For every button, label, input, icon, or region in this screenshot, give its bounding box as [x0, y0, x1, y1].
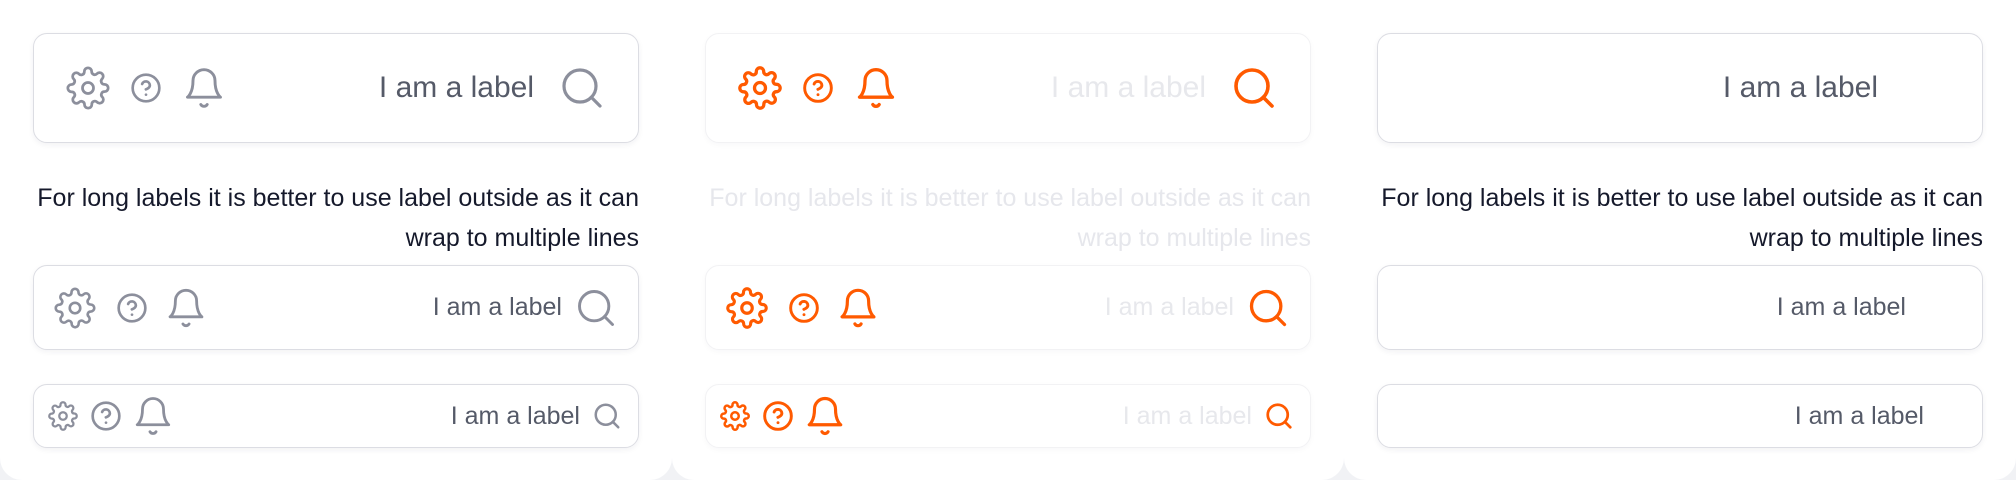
search-icon[interactable] [1246, 266, 1290, 349]
search-icon[interactable] [1264, 385, 1294, 447]
leading-icons [720, 385, 846, 447]
leading-icons [66, 34, 226, 142]
leading-icons [726, 266, 880, 349]
leading-icons [48, 385, 174, 447]
help-circle-icon[interactable] [762, 400, 794, 432]
outside-long-label: For long labels it is better to use labe… [37, 184, 639, 252]
field-label: I am a label [1104, 293, 1234, 321]
search-icon[interactable] [1230, 34, 1278, 142]
input-field-medium-disabled[interactable]: I am a label [705, 265, 1311, 350]
field-label: I am a label [450, 401, 580, 430]
gear-icon[interactable] [48, 401, 78, 431]
leading-icons [54, 266, 208, 349]
leading-icons [738, 34, 898, 142]
field-label: I am a label [432, 293, 562, 321]
help-circle-icon[interactable] [130, 72, 162, 104]
input-field-medium-plain[interactable]: I am a label [1377, 265, 1983, 350]
input-field-large[interactable]: I am a label [33, 33, 639, 143]
search-icon[interactable] [592, 385, 622, 447]
field-label: I am a label [378, 71, 534, 104]
gear-icon[interactable] [726, 286, 768, 329]
search-icon[interactable] [574, 266, 618, 349]
search-icon[interactable] [558, 34, 606, 142]
help-circle-icon[interactable] [116, 292, 148, 324]
input-field-medium[interactable]: I am a label [33, 265, 639, 350]
outside-long-label: For long labels it is better to use labe… [1381, 184, 1983, 252]
field-label: I am a label [1722, 71, 1878, 104]
gear-icon[interactable] [66, 66, 110, 110]
field-label: I am a label [1050, 71, 1206, 104]
variant-panel-disabled: I am a label For long labels it is bette… [672, 0, 1344, 480]
input-field-large-disabled[interactable]: I am a label [705, 33, 1311, 143]
help-circle-icon[interactable] [788, 292, 820, 324]
bell-icon[interactable] [182, 64, 226, 112]
bell-icon[interactable] [164, 285, 208, 331]
bell-icon[interactable] [836, 285, 880, 331]
field-label: I am a label [1122, 401, 1252, 430]
outside-long-label: For long labels it is better to use labe… [709, 184, 1311, 252]
input-field-small-plain[interactable]: I am a label [1377, 384, 1983, 448]
variant-panel-default: I am a label For long labels it is bette… [0, 0, 672, 480]
help-circle-icon[interactable] [90, 400, 122, 432]
bell-icon[interactable] [804, 393, 846, 439]
variant-panel-label-only: I am a label For long labels it is bette… [1344, 0, 2016, 480]
gear-icon[interactable] [720, 401, 750, 431]
input-field-small-disabled[interactable]: I am a label [705, 384, 1311, 448]
gear-icon[interactable] [738, 66, 782, 110]
bell-icon[interactable] [854, 64, 898, 112]
gear-icon[interactable] [54, 286, 96, 329]
field-label: I am a label [1794, 401, 1924, 430]
input-field-small[interactable]: I am a label [33, 384, 639, 448]
input-field-large-plain[interactable]: I am a label [1377, 33, 1983, 143]
help-circle-icon[interactable] [802, 72, 834, 104]
field-label: I am a label [1776, 293, 1906, 321]
bell-icon[interactable] [132, 393, 174, 439]
